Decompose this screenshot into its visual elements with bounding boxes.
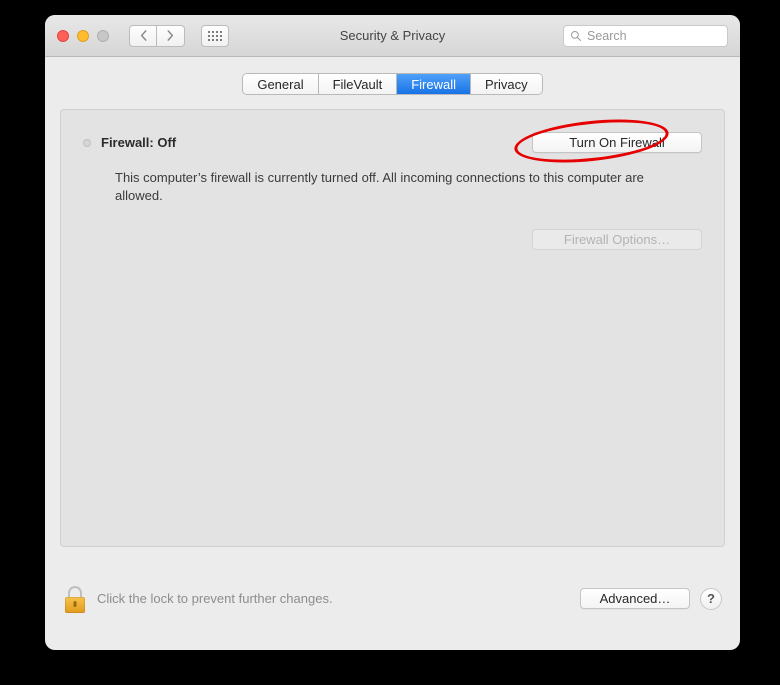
forward-button[interactable]: [157, 25, 185, 47]
close-window-button[interactable]: [57, 30, 69, 42]
status-indicator-icon: [83, 139, 91, 147]
firewall-status: Firewall: Off: [83, 135, 176, 150]
advanced-button[interactable]: Advanced…: [580, 588, 690, 609]
firewall-description: This computer’s firewall is currently tu…: [83, 169, 702, 205]
window-controls: [57, 30, 109, 42]
turn-on-wrap: Turn On Firewall: [532, 132, 702, 153]
search-icon: [570, 30, 582, 42]
turn-on-firewall-button[interactable]: Turn On Firewall: [532, 132, 702, 153]
tabbar: General FileVault Firewall Privacy: [242, 73, 542, 95]
search-placeholder: Search: [587, 29, 627, 43]
help-button[interactable]: ?: [700, 588, 722, 610]
firewall-options-button: Firewall Options…: [532, 229, 702, 250]
minimize-window-button[interactable]: [77, 30, 89, 42]
search-field[interactable]: Search: [563, 25, 728, 47]
tabs-row: General FileVault Firewall Privacy: [45, 57, 740, 95]
lock-hint-label: Click the lock to prevent further change…: [97, 591, 570, 606]
tab-filevault[interactable]: FileVault: [319, 74, 398, 94]
grid-icon: [208, 31, 222, 41]
lock-button[interactable]: [63, 584, 87, 614]
options-row: Firewall Options…: [83, 229, 702, 250]
firewall-status-row: Firewall: Off Turn On Firewall: [83, 132, 702, 153]
tab-firewall[interactable]: Firewall: [397, 74, 471, 94]
zoom-window-button: [97, 30, 109, 42]
titlebar: Security & Privacy Search: [45, 15, 740, 57]
lock-body-icon: [65, 597, 85, 613]
nav-buttons: [129, 25, 185, 47]
firewall-panel: Firewall: Off Turn On Firewall This comp…: [60, 109, 725, 547]
footer: Click the lock to prevent further change…: [45, 547, 740, 650]
back-button[interactable]: [129, 25, 157, 47]
tab-general[interactable]: General: [243, 74, 318, 94]
tab-privacy[interactable]: Privacy: [471, 74, 542, 94]
preferences-window: Security & Privacy Search General FileVa…: [45, 15, 740, 650]
show-all-button[interactable]: [201, 25, 229, 47]
chevron-right-icon: [166, 30, 175, 41]
firewall-status-label: Firewall: Off: [101, 135, 176, 150]
chevron-left-icon: [139, 30, 148, 41]
